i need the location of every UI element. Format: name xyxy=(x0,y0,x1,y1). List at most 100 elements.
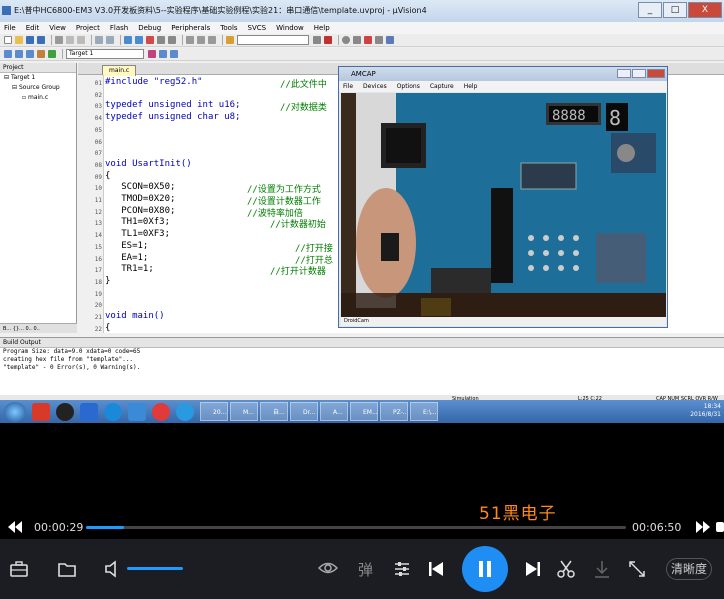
cloud-icon[interactable] xyxy=(128,402,146,421)
qq-icon[interactable] xyxy=(56,402,74,421)
pz-isp-icon[interactable] xyxy=(80,402,98,421)
toolbox-icon[interactable] xyxy=(10,561,28,577)
download-icon[interactable] xyxy=(48,50,56,58)
find-icon[interactable] xyxy=(313,36,321,44)
translate-icon[interactable] xyxy=(4,50,12,58)
save-icon[interactable] xyxy=(26,36,34,44)
project-pane-tabs[interactable]: B... {}... 0.. 0.. xyxy=(0,323,77,333)
find-in-files-icon[interactable] xyxy=(226,36,234,44)
next-icon[interactable] xyxy=(525,561,541,577)
danmaku-button[interactable]: 弹 xyxy=(358,559,373,580)
file-extensions-icon[interactable] xyxy=(170,50,178,58)
settings-sliders-icon[interactable] xyxy=(393,560,411,578)
bookmark-prev-icon[interactable] xyxy=(157,36,165,44)
menu-window[interactable]: Window xyxy=(276,22,304,34)
redo-icon[interactable] xyxy=(106,36,114,44)
menu-tools[interactable]: Tools xyxy=(220,22,237,34)
amcap-close-button[interactable] xyxy=(647,69,665,78)
pinned-app-icon[interactable] xyxy=(32,402,50,421)
eye-icon[interactable] xyxy=(318,559,338,577)
build-output-pane: Build Output Program Size: data=9.0 xdat… xyxy=(0,337,724,395)
rebuild-icon[interactable] xyxy=(26,50,34,58)
navigate-forward-icon[interactable] xyxy=(135,36,143,44)
save-all-icon[interactable] xyxy=(37,36,45,44)
quality-button[interactable]: 清晰度 xyxy=(666,558,712,580)
copy-icon[interactable] xyxy=(66,36,74,44)
tab-main-c[interactable]: main.c xyxy=(102,65,137,76)
amcap-maximize-button[interactable] xyxy=(632,69,646,78)
menu-svcs[interactable]: SVCS xyxy=(248,22,267,34)
indent-icon[interactable] xyxy=(186,36,194,44)
manage-components-icon[interactable] xyxy=(159,50,167,58)
menu-file[interactable]: File xyxy=(4,22,16,34)
amcap-menu-help[interactable]: Help xyxy=(464,81,478,92)
k-app-icon[interactable] xyxy=(104,402,122,421)
amcap-window[interactable]: AMCAP File Devices Options Capture Help xyxy=(338,66,668,328)
video-player-icon[interactable] xyxy=(152,402,170,421)
amcap-menu-devices[interactable]: Devices xyxy=(363,81,387,92)
menu-flash[interactable]: Flash xyxy=(110,22,128,34)
pause-button[interactable] xyxy=(462,546,508,592)
maximize-button[interactable]: □ xyxy=(663,2,687,18)
clip-scissors-icon[interactable] xyxy=(557,560,575,578)
tree-item-source-group[interactable]: ⊟ Source Group xyxy=(0,83,76,93)
start-button[interactable] xyxy=(4,401,26,422)
menu-peripherals[interactable]: Peripherals xyxy=(171,22,210,34)
amcap-menu-capture[interactable]: Capture xyxy=(430,81,454,92)
open-folder-icon[interactable] xyxy=(15,36,23,44)
taskbar-window-pz[interactable]: PZ-... xyxy=(380,402,408,421)
batch-build-icon[interactable] xyxy=(37,50,45,58)
menu-view[interactable]: View xyxy=(49,22,66,34)
open-folder-icon[interactable] xyxy=(58,561,76,577)
bookmark-icon[interactable] xyxy=(146,36,154,44)
bookmark-next-icon[interactable] xyxy=(168,36,176,44)
volume-icon[interactable] xyxy=(104,560,120,578)
paste-icon[interactable] xyxy=(77,36,85,44)
taskbar-window-uvision[interactable]: E:\... xyxy=(410,402,438,421)
sogou-icon[interactable] xyxy=(176,402,194,421)
tree-item-main-c[interactable]: ▫ main.c xyxy=(0,93,76,103)
build-icon[interactable] xyxy=(15,50,23,58)
clock-date[interactable]: 2016/8/31 xyxy=(690,411,721,419)
seek-bar[interactable] xyxy=(86,526,626,529)
debug-start-icon[interactable] xyxy=(324,36,332,44)
menu-help[interactable]: Help xyxy=(314,22,330,34)
close-button[interactable]: X xyxy=(688,2,722,18)
cut-icon[interactable] xyxy=(55,36,63,44)
breakpoint-icon[interactable] xyxy=(342,36,350,44)
clock-time[interactable]: 18:34 xyxy=(690,403,721,411)
tree-item-target[interactable]: ⊟ Target 1 xyxy=(0,73,76,83)
taskbar-window-amcap[interactable]: A... xyxy=(320,402,348,421)
config-icon[interactable] xyxy=(386,36,394,44)
amcap-minimize-button[interactable] xyxy=(617,69,631,78)
minimize-button[interactable]: _ xyxy=(638,2,662,18)
undo-icon[interactable] xyxy=(95,36,103,44)
menu-edit[interactable]: Edit xyxy=(26,22,40,34)
menu-debug[interactable]: Debug xyxy=(138,22,161,34)
comment-icon[interactable] xyxy=(208,36,216,44)
kill-breakpoints-icon[interactable] xyxy=(364,36,372,44)
navigate-back-icon[interactable] xyxy=(124,36,132,44)
rewind-icon[interactable] xyxy=(8,521,22,533)
fast-forward-icon[interactable] xyxy=(696,521,710,533)
taskbar-window-folder-1[interactable]: 20... xyxy=(200,402,228,421)
amcap-menu-file[interactable]: File xyxy=(343,81,353,92)
new-file-icon[interactable] xyxy=(4,36,12,44)
breakpoint-disable-icon[interactable] xyxy=(353,36,361,44)
download-icon[interactable] xyxy=(594,560,610,578)
menu-project[interactable]: Project xyxy=(76,22,100,34)
window-layout-icon[interactable] xyxy=(375,36,383,44)
volume-slider[interactable] xyxy=(127,567,183,570)
taskbar-window-em[interactable]: EM... xyxy=(350,402,378,421)
target-options-icon[interactable] xyxy=(148,50,156,58)
target-select[interactable]: Target 1 xyxy=(66,49,144,59)
line-number: 05 xyxy=(94,126,102,134)
unindent-icon[interactable] xyxy=(197,36,205,44)
taskbar-window-folder-2[interactable]: M... xyxy=(230,402,258,421)
fullscreen-icon[interactable] xyxy=(628,560,646,578)
taskbar-window-folder-3[interactable]: 自... xyxy=(260,402,288,421)
previous-icon[interactable] xyxy=(428,561,444,577)
taskbar-window-droidcam[interactable]: Dr... xyxy=(290,402,318,421)
amcap-menu-options[interactable]: Options xyxy=(397,81,420,92)
find-combo[interactable] xyxy=(237,35,309,45)
